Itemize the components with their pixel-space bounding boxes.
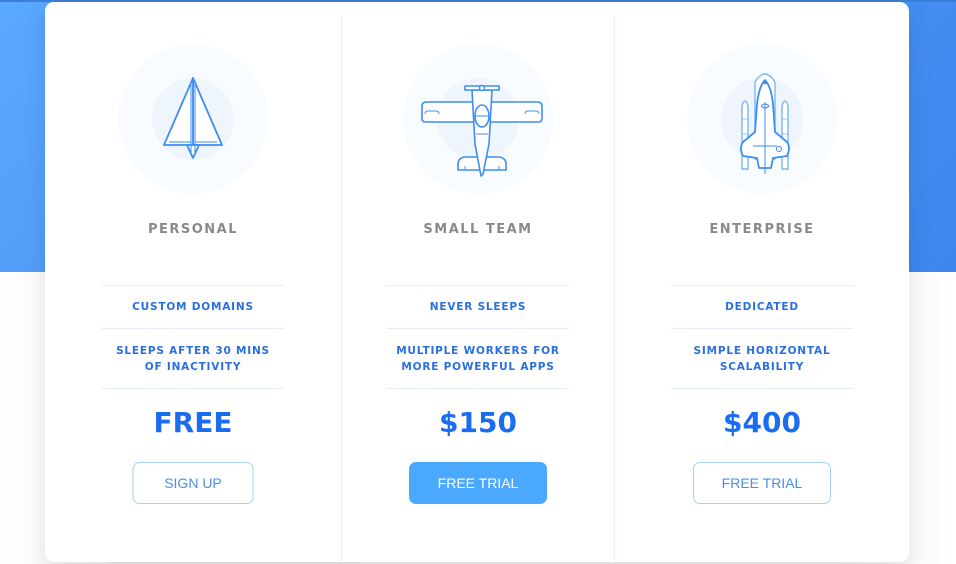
space-shuttle-icon	[740, 73, 790, 174]
plan-price: FREE	[153, 406, 233, 439]
free-trial-button[interactable]: FREE TRIAL	[693, 462, 831, 504]
feature-list: NEVER SLEEPS MULTIPLE WORKERS FOR MORE P…	[386, 285, 570, 389]
plan-column-personal: PERSONAL CUSTOM DOMAINS SLEEPS AFTER 30 …	[45, 2, 341, 562]
plan-name: SMALL TEAM	[423, 222, 533, 237]
sign-up-button[interactable]: SIGN UP	[132, 462, 254, 504]
plan-name: ENTERPRISE	[709, 222, 815, 237]
airplane-icon	[421, 84, 543, 177]
plan-price: $150	[439, 406, 517, 439]
feature-list: CUSTOM DOMAINS SLEEPS AFTER 30 MINS OF I…	[101, 285, 285, 389]
paper-plane-icon	[163, 77, 223, 159]
feature-item: SIMPLE HORIZONTAL SCALABILITY	[670, 329, 854, 389]
pricing-card: PERSONAL CUSTOM DOMAINS SLEEPS AFTER 30 …	[45, 2, 909, 562]
plan-icon-circle	[403, 44, 553, 194]
feature-item: CUSTOM DOMAINS	[101, 286, 285, 329]
plan-icon-circle	[687, 44, 837, 194]
feature-item: DEDICATED	[670, 286, 854, 329]
feature-item: SLEEPS AFTER 30 MINS OF INACTIVITY	[101, 329, 285, 389]
plan-name: PERSONAL	[147, 222, 239, 237]
feature-list: DEDICATED SIMPLE HORIZONTAL SCALABILITY	[670, 285, 854, 389]
plan-column-small-team: SMALL TEAM NEVER SLEEPS MULTIPLE WORKERS…	[341, 16, 614, 562]
free-trial-button[interactable]: FREE TRIAL	[409, 462, 547, 504]
plan-icon-circle	[118, 44, 268, 194]
feature-item: NEVER SLEEPS	[386, 286, 570, 329]
plan-column-enterprise: ENTERPRISE DEDICATED SIMPLE HORIZONTAL S…	[614, 16, 909, 562]
feature-item: MULTIPLE WORKERS FOR MORE POWERFUL APPS	[386, 329, 570, 389]
plan-price: $400	[723, 406, 801, 439]
